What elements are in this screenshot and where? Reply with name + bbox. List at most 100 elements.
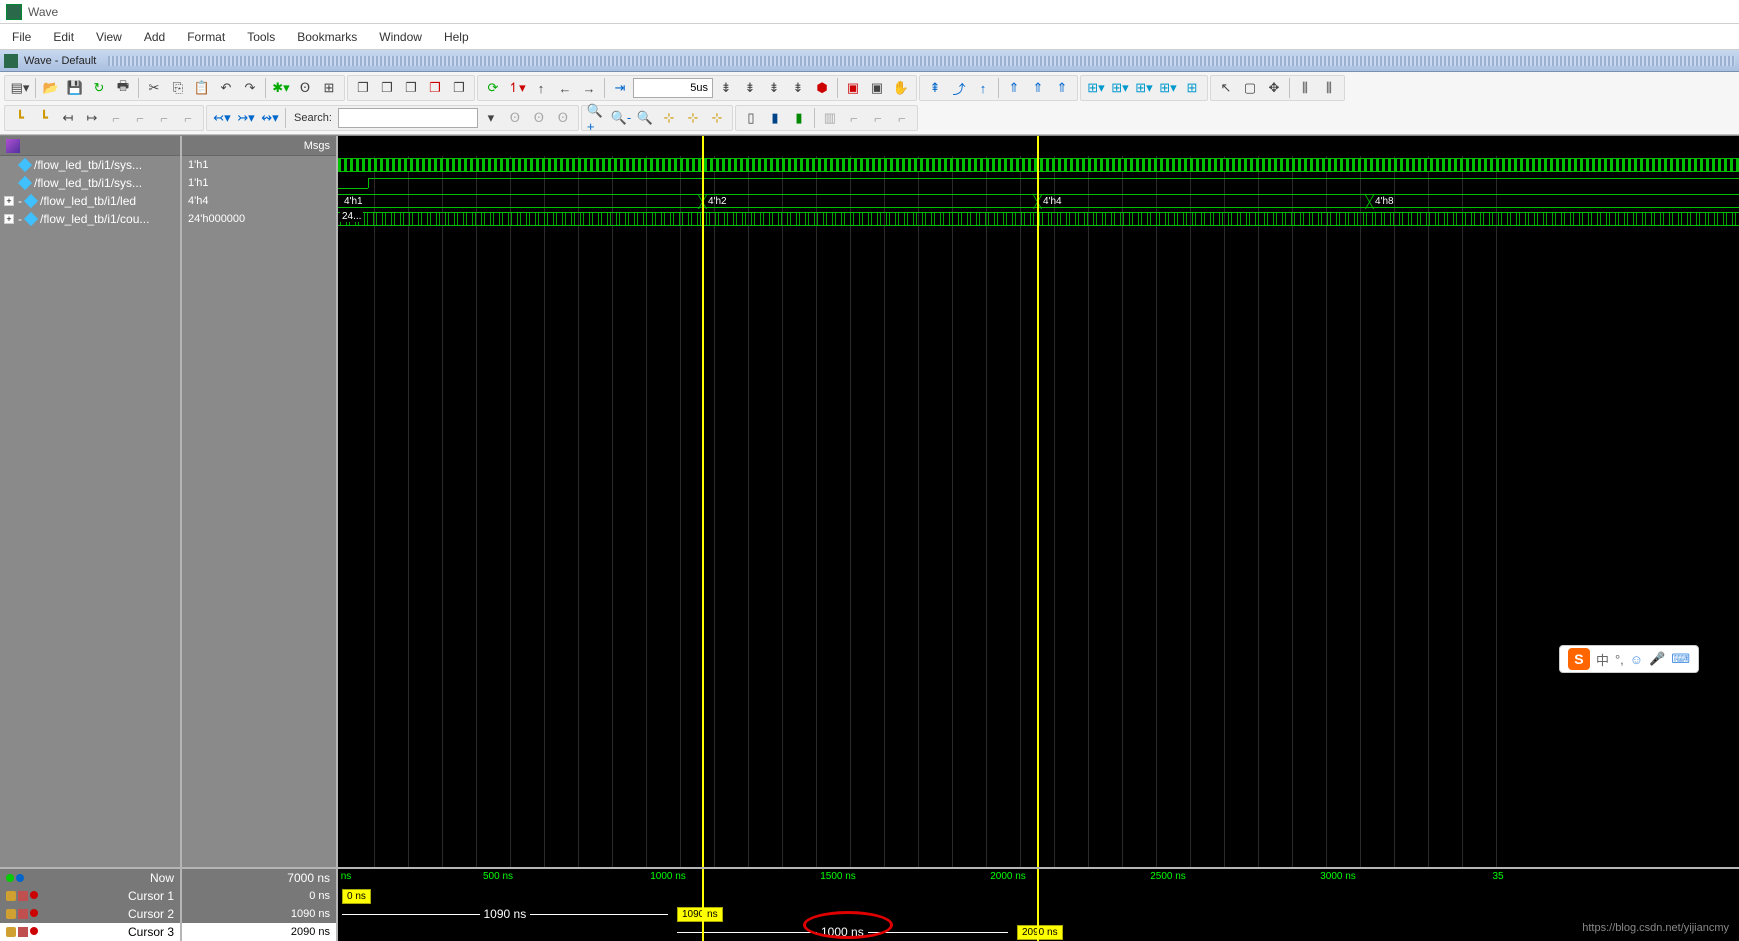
cursor-line[interactable]: [702, 136, 704, 867]
search-find3-button[interactable]: Ꙩ: [552, 107, 574, 129]
lock-icon[interactable]: [6, 927, 16, 937]
diverge-right-button[interactable]: ↣▾: [235, 107, 257, 129]
edit-icon[interactable]: [18, 909, 28, 919]
disp4-button[interactable]: ▥: [819, 107, 841, 129]
win3-button[interactable]: ⊞▾: [1133, 77, 1155, 99]
ime-emoji[interactable]: ☺: [1630, 652, 1643, 667]
zoom-region-button[interactable]: ⊹: [682, 107, 704, 129]
save-button[interactable]: 💾: [64, 77, 86, 99]
cursor-line[interactable]: [1037, 136, 1039, 867]
menu-edit[interactable]: Edit: [43, 26, 84, 48]
cursor-up1-button[interactable]: ⇞: [924, 77, 946, 99]
wave-track2-button[interactable]: ⫼: [1318, 77, 1340, 99]
wave-track1-button[interactable]: ⫼: [1294, 77, 1316, 99]
zoom-full-button[interactable]: 🔍: [634, 107, 656, 129]
forward-button[interactable]: →: [578, 77, 600, 99]
layer3-button[interactable]: ❐: [400, 77, 422, 99]
layer2-button[interactable]: ❐: [376, 77, 398, 99]
edit-icon[interactable]: [18, 927, 28, 937]
pointer-button[interactable]: ↖: [1215, 77, 1237, 99]
add-button[interactable]: ✱▾: [270, 77, 292, 99]
menu-format[interactable]: Format: [177, 26, 235, 48]
expand-icon[interactable]: +: [4, 214, 14, 224]
edge8-button[interactable]: ⌐: [177, 107, 199, 129]
delete-icon[interactable]: [30, 891, 38, 899]
disp2-button[interactable]: ▮: [764, 107, 786, 129]
ime-keyboard[interactable]: ⌨: [1671, 651, 1690, 667]
marker1-button[interactable]: ▣: [842, 77, 864, 99]
search-find2-button[interactable]: Ꙩ: [528, 107, 550, 129]
disp5-button[interactable]: ⌐: [843, 107, 865, 129]
menu-bookmarks[interactable]: Bookmarks: [287, 26, 367, 48]
diverge-left-button[interactable]: ↢▾: [211, 107, 233, 129]
search-dropdown[interactable]: ▾: [480, 107, 502, 129]
marker2-button[interactable]: ▣: [866, 77, 888, 99]
delete-icon[interactable]: [30, 909, 38, 917]
menu-file[interactable]: File: [2, 26, 41, 48]
cursor-tag[interactable]: 0 ns: [342, 889, 371, 904]
edge7-button[interactable]: ⌐: [153, 107, 175, 129]
zoom-in-button[interactable]: 🔍+: [586, 107, 608, 129]
layer4-button[interactable]: ❐: [424, 77, 446, 99]
reload-button[interactable]: ↻: [88, 77, 110, 99]
up-button[interactable]: ↑: [530, 77, 552, 99]
find-button[interactable]: Ꙩ: [294, 77, 316, 99]
cursor-up3-button[interactable]: ↑: [972, 77, 994, 99]
ime-widget[interactable]: S 中 °, ☺ 🎤 ⌨: [1559, 645, 1699, 673]
paste-button[interactable]: 📋: [191, 77, 213, 99]
cursor-tag[interactable]: 1090 ns: [677, 907, 723, 922]
open-button[interactable]: 📂: [40, 77, 62, 99]
copy-button[interactable]: ⎘: [167, 77, 189, 99]
ime-punct[interactable]: °,: [1615, 652, 1624, 667]
edge4-button[interactable]: ↦: [81, 107, 103, 129]
disp3-button[interactable]: ▮: [788, 107, 810, 129]
ime-lang[interactable]: 中: [1596, 650, 1609, 669]
signal-row[interactable]: /flow_led_tb/i1/sys...: [0, 174, 180, 192]
print-button[interactable]: 🖶: [112, 77, 134, 99]
step4-button[interactable]: ⇟: [787, 77, 809, 99]
edge1-button[interactable]: ┗: [9, 107, 31, 129]
waveform-column[interactable]: 4'h14'h24'h44'h824...: [338, 136, 1739, 867]
cursor-label-row[interactable]: Cursor 3: [0, 923, 180, 941]
stop-button[interactable]: ⬢: [811, 77, 833, 99]
cursor-line-footer[interactable]: [702, 869, 704, 941]
expand-icon[interactable]: +: [4, 196, 14, 206]
zoom-cursor-button[interactable]: ⊹: [658, 107, 680, 129]
time-input[interactable]: [633, 78, 713, 98]
settings-button[interactable]: ⊞: [318, 77, 340, 99]
edge5-button[interactable]: ⌐: [105, 107, 127, 129]
lock-icon[interactable]: [6, 909, 16, 919]
zoom-out-button[interactable]: 🔍-: [610, 107, 632, 129]
win5-button[interactable]: ⊞: [1181, 77, 1203, 99]
signal-row[interactable]: +-/flow_led_tb/i1/led: [0, 192, 180, 210]
cut-button[interactable]: ✂: [143, 77, 165, 99]
lock-icon[interactable]: [6, 891, 16, 901]
menu-tools[interactable]: Tools: [237, 26, 285, 48]
cursor-line-footer[interactable]: [1037, 869, 1039, 941]
menu-view[interactable]: View: [86, 26, 132, 48]
goto-button[interactable]: ↿▾: [506, 77, 528, 99]
edge3-button[interactable]: ↤: [57, 107, 79, 129]
step1-button[interactable]: ⇟: [715, 77, 737, 99]
step2-button[interactable]: ⇟: [739, 77, 761, 99]
win2-button[interactable]: ⊞▾: [1109, 77, 1131, 99]
ime-voice[interactable]: 🎤: [1649, 651, 1665, 667]
new-button[interactable]: ▤▾: [9, 77, 31, 99]
back-button[interactable]: ←: [554, 77, 576, 99]
zoom-fit-button[interactable]: ⊹: [706, 107, 728, 129]
menu-add[interactable]: Add: [134, 26, 175, 48]
edit-icon[interactable]: [18, 891, 28, 901]
cursor-label-row[interactable]: Cursor 1: [0, 887, 180, 905]
disp7-button[interactable]: ⌐: [891, 107, 913, 129]
menu-window[interactable]: Window: [369, 26, 432, 48]
signal-row[interactable]: +-/flow_led_tb/i1/cou...: [0, 210, 180, 228]
signal-row[interactable]: /flow_led_tb/i1/sys...: [0, 156, 180, 174]
selectbox-button[interactable]: ▢: [1239, 77, 1261, 99]
undo-button[interactable]: ↶: [215, 77, 237, 99]
hand-button[interactable]: ✋: [890, 77, 912, 99]
disp1-button[interactable]: ▯: [740, 107, 762, 129]
sogou-icon[interactable]: S: [1568, 648, 1590, 670]
cursor-label-row[interactable]: Cursor 2: [0, 905, 180, 923]
step3-button[interactable]: ⇟: [763, 77, 785, 99]
run-button[interactable]: ⇥: [609, 77, 631, 99]
